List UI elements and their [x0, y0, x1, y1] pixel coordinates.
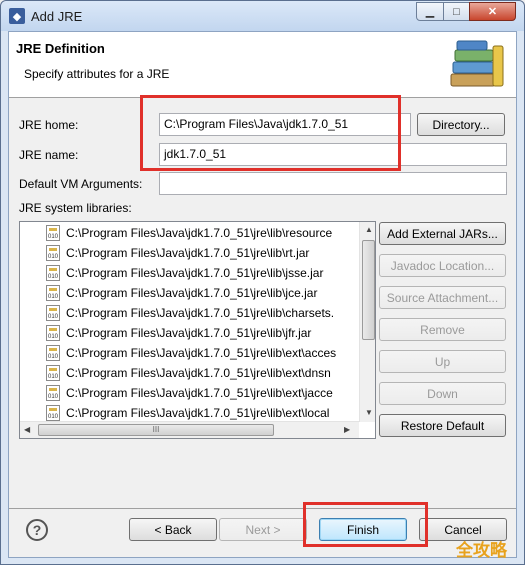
- eclipse-icon: ◆: [9, 8, 25, 24]
- jar-file-icon: 010: [46, 405, 60, 421]
- close-icon: ✕: [487, 6, 498, 18]
- jre-home-field[interactable]: C:\Program Files\Java\jdk1.7.0_51: [159, 113, 411, 136]
- list-item[interactable]: 010 C:\Program Files\Java\jdk1.7.0_51\jre…: [20, 263, 360, 283]
- watermark-text: 全攻略: [456, 541, 507, 560]
- library-books-icon: [450, 40, 504, 87]
- close-button[interactable]: ✕: [469, 2, 516, 21]
- wizard-header: JRE Definition Specify attributes for a …: [9, 32, 516, 98]
- maximize-button[interactable]: □: [443, 2, 470, 21]
- next-button[interactable]: Next >: [219, 518, 307, 541]
- maximize-icon: □: [453, 5, 460, 18]
- footer-divider: [9, 508, 516, 509]
- directory-button[interactable]: Directory...: [417, 113, 505, 136]
- scroll-up-arrow-icon[interactable]: ▲: [365, 225, 373, 234]
- add-external-jars-button[interactable]: Add External JARs...: [379, 222, 506, 245]
- jre-home-label: JRE home:: [19, 118, 79, 132]
- page-title: JRE Definition: [16, 41, 105, 56]
- jar-file-icon: 010: [46, 225, 60, 241]
- jar-file-icon: 010: [46, 265, 60, 281]
- jar-file-icon: 010: [46, 385, 60, 401]
- jar-file-icon: 010: [46, 345, 60, 361]
- scroll-left-arrow-icon[interactable]: ◀: [24, 425, 30, 434]
- vertical-scroll-thumb[interactable]: [362, 240, 375, 340]
- back-button[interactable]: < Back: [129, 518, 217, 541]
- vm-args-field[interactable]: [159, 172, 507, 195]
- remove-button[interactable]: Remove: [379, 318, 506, 341]
- list-item[interactable]: 010 C:\Program Files\Java\jdk1.7.0_51\jre…: [20, 383, 360, 403]
- title-bar[interactable]: ◆ Add JRE ▁ □ ✕: [1, 1, 524, 31]
- list-item[interactable]: 010 C:\Program Files\Java\jdk1.7.0_51\jre…: [20, 283, 360, 303]
- libraries-label: JRE system libraries:: [19, 201, 132, 215]
- source-attachment-button[interactable]: Source Attachment...: [379, 286, 506, 309]
- page-description: Specify attributes for a JRE: [24, 67, 170, 81]
- minimize-icon: ▁: [425, 6, 435, 18]
- scroll-down-arrow-icon[interactable]: ▼: [365, 408, 373, 417]
- jar-file-icon: 010: [46, 305, 60, 321]
- list-item[interactable]: 010 C:\Program Files\Java\jdk1.7.0_51\jre…: [20, 363, 360, 383]
- jar-file-icon: 010: [46, 325, 60, 341]
- horizontal-scroll-thumb[interactable]: III: [38, 424, 274, 436]
- finish-button[interactable]: Finish: [319, 518, 407, 541]
- list-item[interactable]: 010 C:\Program Files\Java\jdk1.7.0_51\jre…: [20, 343, 360, 363]
- window-title: Add JRE: [31, 9, 83, 24]
- list-item[interactable]: 010 C:\Program Files\Java\jdk1.7.0_51\jre…: [20, 323, 360, 343]
- down-button[interactable]: Down: [379, 382, 506, 405]
- vm-args-label: Default VM Arguments:: [19, 177, 143, 191]
- jar-file-icon: 010: [46, 365, 60, 381]
- jre-name-label: JRE name:: [19, 148, 79, 162]
- list-item[interactable]: 010 C:\Program Files\Java\jdk1.7.0_51\jre…: [20, 223, 360, 243]
- jar-file-icon: 010: [46, 285, 60, 301]
- javadoc-location-button[interactable]: Javadoc Location...: [379, 254, 506, 277]
- list-item[interactable]: 010 C:\Program Files\Java\jdk1.7.0_51\jre…: [20, 303, 360, 323]
- vertical-scrollbar[interactable]: ▲ ▼: [359, 222, 375, 422]
- jar-file-icon: 010: [46, 245, 60, 261]
- horizontal-scrollbar[interactable]: ◀ III ▶: [20, 421, 359, 438]
- list-item[interactable]: 010 C:\Program Files\Java\jdk1.7.0_51\jre…: [20, 243, 360, 263]
- add-jre-dialog: ◆ Add JRE ▁ □ ✕ JRE Definition Specify a…: [0, 0, 525, 565]
- up-button[interactable]: Up: [379, 350, 506, 373]
- restore-default-button[interactable]: Restore Default: [379, 414, 506, 437]
- jre-name-field[interactable]: jdk1.7.0_51: [159, 143, 507, 166]
- minimize-button[interactable]: ▁: [416, 2, 444, 21]
- dialog-body: JRE Definition Specify attributes for a …: [8, 31, 517, 558]
- scroll-right-arrow-icon[interactable]: ▶: [344, 425, 350, 434]
- list-item[interactable]: 010 C:\Program Files\Java\jdk1.7.0_51\jre…: [20, 403, 360, 423]
- libraries-list[interactable]: 010 C:\Program Files\Java\jdk1.7.0_51\jre…: [19, 221, 376, 439]
- help-icon[interactable]: ?: [26, 519, 48, 541]
